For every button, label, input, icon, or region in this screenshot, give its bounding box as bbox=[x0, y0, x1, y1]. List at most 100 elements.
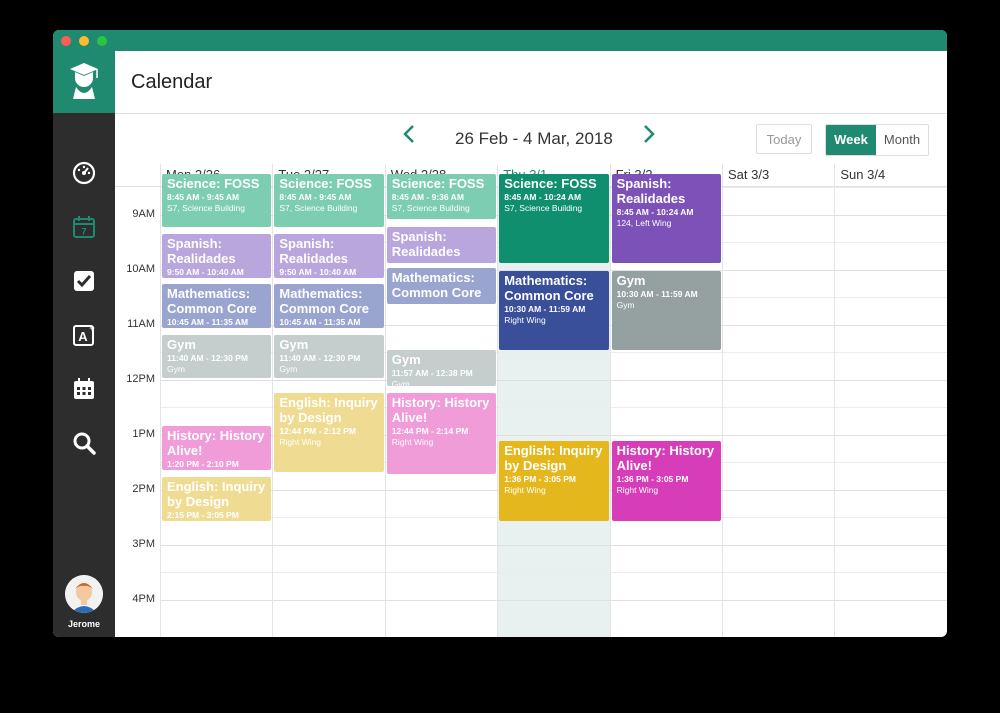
grid-row-line bbox=[160, 599, 947, 601]
day-header[interactable]: Sun 3/4 bbox=[834, 164, 946, 186]
user-avatar[interactable] bbox=[65, 575, 103, 613]
event-title: Science: FOSS bbox=[167, 176, 260, 192]
event-time: 9:50 AM - 10:40 AM bbox=[279, 266, 357, 277]
calendar-event[interactable]: Science: FOSS 8:45 AM - 10:24 AM S7, Scien… bbox=[499, 174, 609, 263]
minimize-window-button[interactable] bbox=[79, 36, 89, 46]
calendar-day-number: 7 bbox=[81, 227, 86, 237]
day-column-divider bbox=[834, 164, 836, 637]
event-title: Gym bbox=[167, 336, 196, 352]
event-time: 8:45 AM - 9:45 AM bbox=[167, 192, 240, 203]
calendar-event[interactable]: Gym 11:40 AM - 12:30 PM Gym bbox=[274, 334, 384, 379]
time-label: 10AM bbox=[126, 263, 155, 275]
event-location: S7, Science Building bbox=[279, 203, 358, 214]
event-title: English: Inquiry by Design bbox=[167, 478, 266, 509]
day-column-divider bbox=[722, 164, 723, 637]
calendar-event[interactable]: Gym 10:30 AM - 11:59 AM Gym bbox=[611, 270, 721, 351]
chevron-right-icon[interactable] bbox=[643, 124, 655, 150]
event-location: 124, Left Wing bbox=[616, 218, 672, 229]
grade-letter: A bbox=[78, 329, 88, 344]
event-location: S7, Science Building bbox=[167, 203, 245, 214]
event-time: 11:57 AM - 12:38 PM bbox=[391, 368, 473, 379]
event-title: Gym bbox=[279, 336, 309, 352]
event-title: English: Inquiry by Design bbox=[279, 395, 378, 426]
time-label: 3PM bbox=[132, 538, 155, 550]
calendar-event[interactable]: Science: FOSS 8:45 AM - 9:36 AM S7, Scienc… bbox=[386, 174, 497, 219]
day-column-divider bbox=[609, 164, 611, 637]
month-view-button[interactable]: Month bbox=[876, 125, 928, 155]
calendar-day-icon[interactable]: 7 bbox=[72, 215, 96, 239]
event-title: Spanish: Realidades bbox=[167, 235, 236, 266]
time-label: 11AM bbox=[127, 318, 155, 330]
event-title: English: Inquiry by Design bbox=[504, 443, 603, 473]
time-label: 2PM bbox=[132, 483, 155, 495]
chevron-left-icon[interactable] bbox=[403, 124, 415, 150]
event-time: 8:45 AM - 9:36 AM bbox=[391, 192, 464, 203]
day-column-divider bbox=[272, 164, 274, 637]
event-title: Mathematics: Common Core bbox=[391, 269, 482, 300]
header: Calendar bbox=[115, 51, 947, 114]
time-label: 4PM bbox=[132, 593, 155, 605]
calendar-event[interactable]: Science: FOSS 8:45 AM - 9:45 AM S7, Scienc… bbox=[274, 174, 384, 228]
date-range: 26 Feb - 4 Mar, 2018 bbox=[455, 129, 613, 148]
calendar-event[interactable]: History: History Alive! 12:44 PM - 2:14 P… bbox=[386, 393, 497, 474]
week-grid: Mon 2/26Tue 2/27Wed 2/28Thu 3/1Fri 3/2Sa… bbox=[115, 164, 947, 637]
calendar-event[interactable]: Gym 11:57 AM - 12:38 PM Gym bbox=[386, 350, 497, 386]
event-time: 10:45 AM - 11:35 AM bbox=[279, 317, 361, 328]
event-location: S7, Science Building bbox=[504, 203, 583, 214]
event-title: Spanish: Realidades bbox=[616, 176, 686, 207]
grid-row-line bbox=[160, 379, 947, 381]
event-location: Gym bbox=[391, 379, 410, 386]
calendar-event[interactable]: Mathematics: Common Core bbox=[386, 267, 497, 305]
event-location: Right Wing bbox=[504, 314, 546, 325]
event-title: Gym bbox=[616, 272, 646, 288]
grid-row-line bbox=[160, 544, 947, 546]
search-icon[interactable] bbox=[72, 431, 96, 455]
grid-row-line bbox=[160, 572, 947, 573]
calendar-grid-icon[interactable] bbox=[72, 377, 96, 401]
grade-icon[interactable]: A + bbox=[72, 323, 96, 347]
checkbox-icon[interactable] bbox=[72, 269, 96, 293]
page-title: Calendar bbox=[131, 71, 213, 93]
close-window-button[interactable] bbox=[61, 36, 71, 46]
calendar-event[interactable]: Spanish: Realidades 9:50 AM - 10:40 AM bbox=[274, 233, 384, 278]
event-time: 10:30 AM - 11:59 AM bbox=[616, 288, 698, 299]
calendar-event[interactable]: Mathematics: Common Core 10:45 AM - 11:35… bbox=[162, 284, 272, 329]
event-time: 8:45 AM - 9:45 AM bbox=[279, 192, 352, 203]
event-time: 10:45 AM - 11:35 AM bbox=[167, 317, 249, 328]
graduate-logo-icon bbox=[70, 63, 98, 99]
maximize-window-button[interactable] bbox=[97, 36, 107, 46]
calendar-event[interactable]: History: History Alive! 1:36 PM - 3:05 PM… bbox=[611, 441, 721, 521]
event-time: 11:40 AM - 12:30 PM bbox=[167, 352, 248, 363]
calendar-event[interactable]: English: Inquiry by Design 12:44 PM - 2:1… bbox=[274, 393, 384, 472]
calendar-event[interactable]: Gym 11:40 AM - 12:30 PM Gym bbox=[162, 334, 272, 379]
day-header[interactable]: Sat 3/3 bbox=[722, 164, 834, 186]
sidebar: 7 A + Jerome bbox=[53, 51, 115, 637]
calendar-event[interactable]: English: Inquiry by Design 1:36 PM - 3:05… bbox=[499, 441, 609, 521]
calendar-event[interactable]: History: History Alive! 1:20 PM - 2:10 PM bbox=[162, 426, 272, 471]
event-time: 8:45 AM - 10:24 AM bbox=[616, 207, 694, 218]
time-label: 1PM bbox=[132, 428, 155, 440]
calendar-event[interactable]: English: Inquiry by Design 2:15 PM - 3:05… bbox=[162, 476, 272, 521]
event-location: Right Wing bbox=[616, 485, 659, 495]
calendar-event[interactable]: Spanish: Realidades 8:45 AM - 10:24 AM 124… bbox=[611, 174, 721, 263]
calendar-event[interactable]: Mathematics: Common Core 10:30 AM - 11:59… bbox=[499, 270, 609, 351]
event-location: Gym bbox=[279, 363, 298, 374]
speedometer-icon[interactable] bbox=[72, 161, 96, 185]
calendar-event[interactable]: Spanish: Realidades 9:50 AM - 10:40 AM bbox=[162, 233, 272, 278]
time-label: 9AM bbox=[132, 208, 155, 220]
event-title: Spanish: Realidades bbox=[279, 235, 349, 266]
today-button[interactable]: Today bbox=[756, 124, 812, 154]
event-title: History: History Alive! bbox=[391, 395, 490, 426]
week-view-button[interactable]: Week bbox=[826, 125, 876, 155]
event-time: 1:36 PM - 3:05 PM bbox=[616, 474, 689, 484]
event-time: 9:50 AM - 10:40 AM bbox=[167, 266, 244, 277]
calendar-event[interactable]: Science: FOSS 8:45 AM - 9:45 AM S7, Scienc… bbox=[162, 174, 272, 228]
event-location: Right Wing bbox=[391, 437, 434, 448]
event-title: Mathematics: Common Core bbox=[279, 286, 369, 317]
calendar-event[interactable]: Mathematics: Common Core 10:45 AM - 11:35… bbox=[274, 284, 384, 329]
event-title: Mathematics: Common Core bbox=[504, 272, 594, 303]
event-time: 1:20 PM - 2:10 PM bbox=[167, 459, 239, 470]
event-location: S7, Science Building bbox=[391, 203, 470, 214]
event-title: Science: FOSS bbox=[391, 176, 485, 192]
calendar-event[interactable]: Spanish: Realidades bbox=[386, 226, 497, 263]
